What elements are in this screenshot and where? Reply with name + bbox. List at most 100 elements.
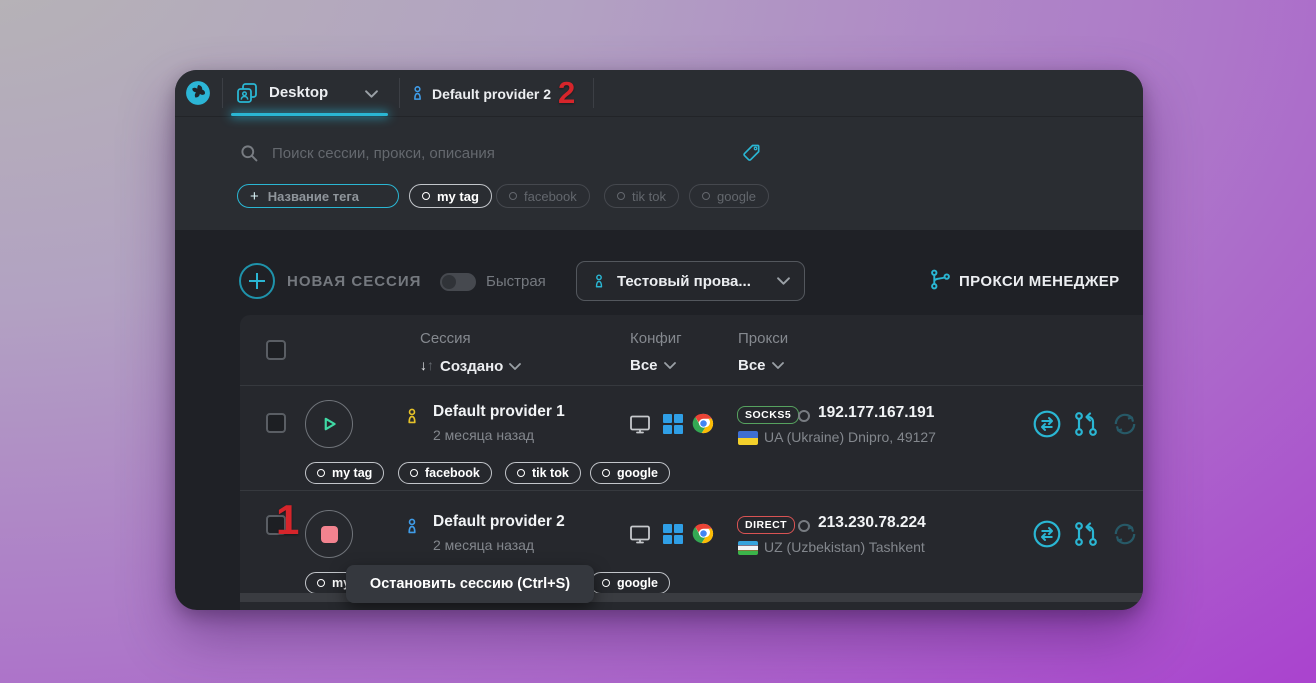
row-separator xyxy=(240,490,1143,491)
tag-ring-icon xyxy=(317,469,325,477)
select-all-checkbox[interactable] xyxy=(266,340,286,360)
row-separator xyxy=(240,385,1143,386)
tag-ring-icon xyxy=(617,192,625,200)
column-session: Сессия xyxy=(420,330,471,347)
proxy-ip: 192.177.167.191 xyxy=(818,404,934,422)
check-proxy-icon[interactable] xyxy=(1032,409,1062,439)
annotation-marker-2: 2 xyxy=(558,77,575,108)
chevron-down-icon xyxy=(777,277,790,285)
sort-created[interactable]: ↓↑ Создано xyxy=(420,357,521,375)
proxy-ip: 213.230.78.224 xyxy=(818,514,926,532)
tag-chip-label: tik tok xyxy=(632,189,666,204)
sessions-icon xyxy=(235,81,259,105)
new-session-plus-icon[interactable] xyxy=(239,263,275,299)
row-tag-google[interactable]: google xyxy=(590,572,670,594)
filter-proxy-value: Все xyxy=(738,357,766,374)
app-logo-icon[interactable] xyxy=(185,80,211,106)
stop-session-button[interactable] xyxy=(305,510,353,558)
proxy-protocol-badge: SOCKS5 xyxy=(737,406,799,424)
proxy-location: UA (Ukraine) Dnipro, 49127 xyxy=(764,429,936,445)
tag-chip-tik-tok[interactable]: tik tok xyxy=(604,184,679,208)
row-tag-google[interactable]: google xyxy=(590,462,670,484)
sort-created-label: Создано xyxy=(440,358,503,375)
column-config: Конфиг xyxy=(630,330,682,347)
chrome-icon xyxy=(692,412,715,435)
session-title[interactable]: Default provider 1 xyxy=(433,403,565,421)
proxy-status-dot xyxy=(798,520,810,532)
new-session-button[interactable]: НОВАЯ СЕССИЯ xyxy=(287,273,421,290)
session-title[interactable]: Default provider 2 xyxy=(433,513,565,531)
add-tag-label: Название тега xyxy=(268,189,359,204)
row-tag-label: my tag xyxy=(332,466,372,480)
tag-ring-icon xyxy=(410,469,418,477)
topbar-divider xyxy=(222,78,223,108)
tag-chip-facebook[interactable]: facebook xyxy=(496,184,590,208)
filter-proxy-all[interactable]: Все xyxy=(738,357,784,374)
tag-chip-google[interactable]: google xyxy=(689,184,769,208)
os-monitor-icon xyxy=(628,522,652,546)
row-tag-label: my tag xyxy=(332,576,347,590)
topbar-divider xyxy=(399,78,400,108)
stop-icon xyxy=(321,526,338,543)
filter-config-all[interactable]: Все xyxy=(630,357,676,374)
start-session-button[interactable] xyxy=(305,400,353,448)
plus-icon: + xyxy=(250,189,259,204)
proxy-manager-button[interactable]: ПРОКСИ МЕНЕДЖЕР xyxy=(959,273,1120,290)
tag-chip-label: facebook xyxy=(524,189,577,204)
row-tag-label: tik tok xyxy=(532,466,569,480)
session-tab-label: Default provider 2 xyxy=(432,86,551,102)
tag-ring-icon xyxy=(517,469,525,477)
row-tag-tik-tok[interactable]: tik tok xyxy=(505,462,581,484)
proxy-manager-icon xyxy=(929,268,952,291)
chevron-down-icon xyxy=(509,363,521,370)
search-input[interactable] xyxy=(270,134,714,172)
chevron-down-icon xyxy=(772,362,784,369)
windows-icon xyxy=(663,524,683,544)
tag-chip-my-tag[interactable]: my tag xyxy=(409,184,492,208)
tab-desktop[interactable]: Desktop xyxy=(231,70,399,116)
row-tag-my-tag[interactable]: my tag xyxy=(305,462,384,484)
session-created: 2 месяца назад xyxy=(433,537,534,553)
active-tab-underline xyxy=(231,113,388,116)
tag-ring-icon xyxy=(602,469,610,477)
flag-uzbekistan-icon xyxy=(738,541,758,555)
refresh-icon[interactable] xyxy=(1112,521,1138,547)
tab-session-default-provider-2[interactable]: Default provider 2 xyxy=(407,70,557,116)
session-created: 2 месяца назад xyxy=(433,427,534,443)
annotation-marker-1: 1 xyxy=(276,499,299,541)
windows-icon xyxy=(663,414,683,434)
refresh-icon[interactable] xyxy=(1112,411,1138,437)
tag-chip-label: google xyxy=(717,189,756,204)
flag-ukraine-icon xyxy=(738,431,758,445)
topbar: Desktop Default provider 2 2 xyxy=(175,70,1143,117)
tag-ring-icon xyxy=(317,579,325,587)
provider-select[interactable]: Тестовый прова... xyxy=(576,261,805,301)
row-tag-label: google xyxy=(617,576,658,590)
tag-ring-icon xyxy=(509,192,517,200)
proxy-location: UZ (Uzbekistan) Tashkent xyxy=(764,539,925,555)
provider-person-icon xyxy=(591,270,607,292)
provider-person-icon xyxy=(403,513,421,539)
tab-desktop-label: Desktop xyxy=(269,84,328,101)
proxy-chain-icon[interactable] xyxy=(1072,520,1100,548)
sessions-table: Сессия ↓↑ Создано Конфиг Все Прокси Все xyxy=(240,315,1143,610)
quick-session-toggle[interactable] xyxy=(440,273,476,291)
chevron-down-icon xyxy=(365,90,378,98)
row-checkbox[interactable] xyxy=(266,413,286,433)
proxy-chain-icon[interactable] xyxy=(1072,410,1100,438)
stop-session-tooltip: Остановить сессию (Ctrl+S) xyxy=(346,565,594,603)
row-tag-my-tag-clipped[interactable]: my tag xyxy=(305,572,347,594)
add-tag-button[interactable]: + Название тега xyxy=(237,184,399,208)
toggle-knob xyxy=(442,275,456,289)
row-tag-label: facebook xyxy=(425,466,480,480)
play-icon xyxy=(316,411,342,437)
sort-desc-icon: ↓ xyxy=(420,357,427,373)
row-tag-facebook[interactable]: facebook xyxy=(398,462,492,484)
tag-ring-icon xyxy=(602,579,610,587)
tag-icon[interactable] xyxy=(741,142,762,163)
desktop-background: Desktop Default provider 2 2 + Назва xyxy=(0,0,1316,683)
provider-person-icon xyxy=(403,403,421,429)
proxy-protocol-badge: DIRECT xyxy=(737,516,795,534)
check-proxy-icon[interactable] xyxy=(1032,519,1062,549)
tag-chip-label: my tag xyxy=(437,189,479,204)
